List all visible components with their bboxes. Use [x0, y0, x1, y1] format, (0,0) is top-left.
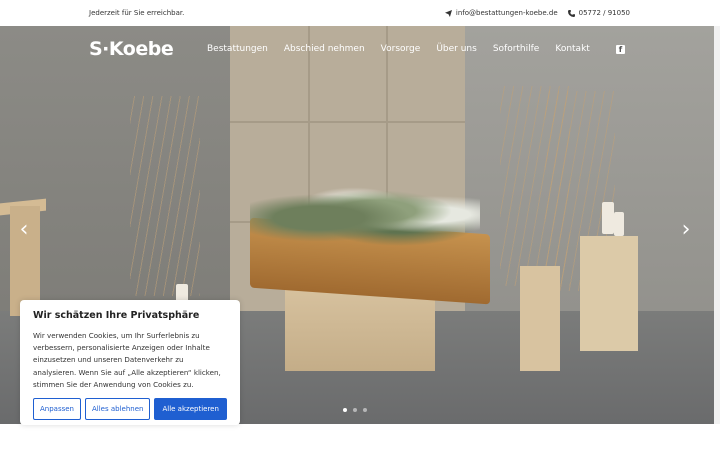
scene-pillar	[580, 236, 638, 351]
customize-button[interactable]: Anpassen	[33, 398, 81, 420]
scene-candle	[602, 202, 614, 234]
slider-dot[interactable]	[353, 408, 357, 412]
nav-item-kontakt[interactable]: Kontakt	[555, 44, 589, 54]
slider-dots	[343, 408, 367, 412]
slider-dot[interactable]	[343, 408, 347, 412]
main-nav: Bestattungen Abschied nehmen Vorsorge Üb…	[207, 44, 590, 54]
nav-item-ueber-uns[interactable]: Über uns	[436, 44, 477, 54]
paper-plane-icon	[444, 9, 452, 17]
scrollbar[interactable]	[714, 26, 720, 424]
logo[interactable]: S·Koebe	[89, 38, 174, 60]
cookie-consent-dialog: Wir schätzen Ihre Privatsphäre Wir verwe…	[20, 300, 240, 425]
chevron-left-icon[interactable]: ‹	[14, 219, 34, 241]
cookie-buttons: Anpassen Alles ablehnen Alle akzeptieren	[33, 398, 227, 420]
nav-item-abschied-nehmen[interactable]: Abschied nehmen	[284, 44, 365, 54]
nav-item-vorsorge[interactable]: Vorsorge	[381, 44, 421, 54]
chevron-right-icon[interactable]: ›	[676, 219, 696, 241]
tagline: Jederzeit für Sie erreichbar.	[89, 9, 185, 17]
email-text[interactable]: info@bestattungen-koebe.de	[456, 9, 558, 17]
phone-icon	[567, 9, 575, 17]
facebook-icon[interactable]: f	[616, 45, 625, 54]
nav-item-soforthilfe[interactable]: Soforthilfe	[493, 44, 540, 54]
scene-panel-line	[230, 121, 465, 123]
email-link[interactable]: info@bestattungen-koebe.de	[444, 9, 558, 17]
scene-candle	[614, 212, 624, 236]
nav-item-bestattungen[interactable]: Bestattungen	[207, 44, 268, 54]
top-bar: Jederzeit für Sie erreichbar. info@besta…	[0, 0, 720, 26]
cookie-title: Wir schätzen Ihre Privatsphäre	[33, 310, 200, 321]
accept-all-button[interactable]: Alle akzeptieren	[154, 398, 227, 420]
phone-link[interactable]: 05772 / 91050	[567, 9, 630, 17]
scene-pillar	[520, 266, 560, 371]
cookie-text: Wir verwenden Cookies, um Ihr Surferlebn…	[33, 331, 221, 389]
slider-dot[interactable]	[363, 408, 367, 412]
scene-flowers	[250, 176, 480, 246]
phone-text[interactable]: 05772 / 91050	[579, 9, 630, 17]
reject-all-button[interactable]: Alles ablehnen	[85, 398, 151, 420]
scene-pampas-grass	[130, 96, 200, 296]
contact-info: info@bestattungen-koebe.de 05772 / 91050	[444, 9, 630, 17]
